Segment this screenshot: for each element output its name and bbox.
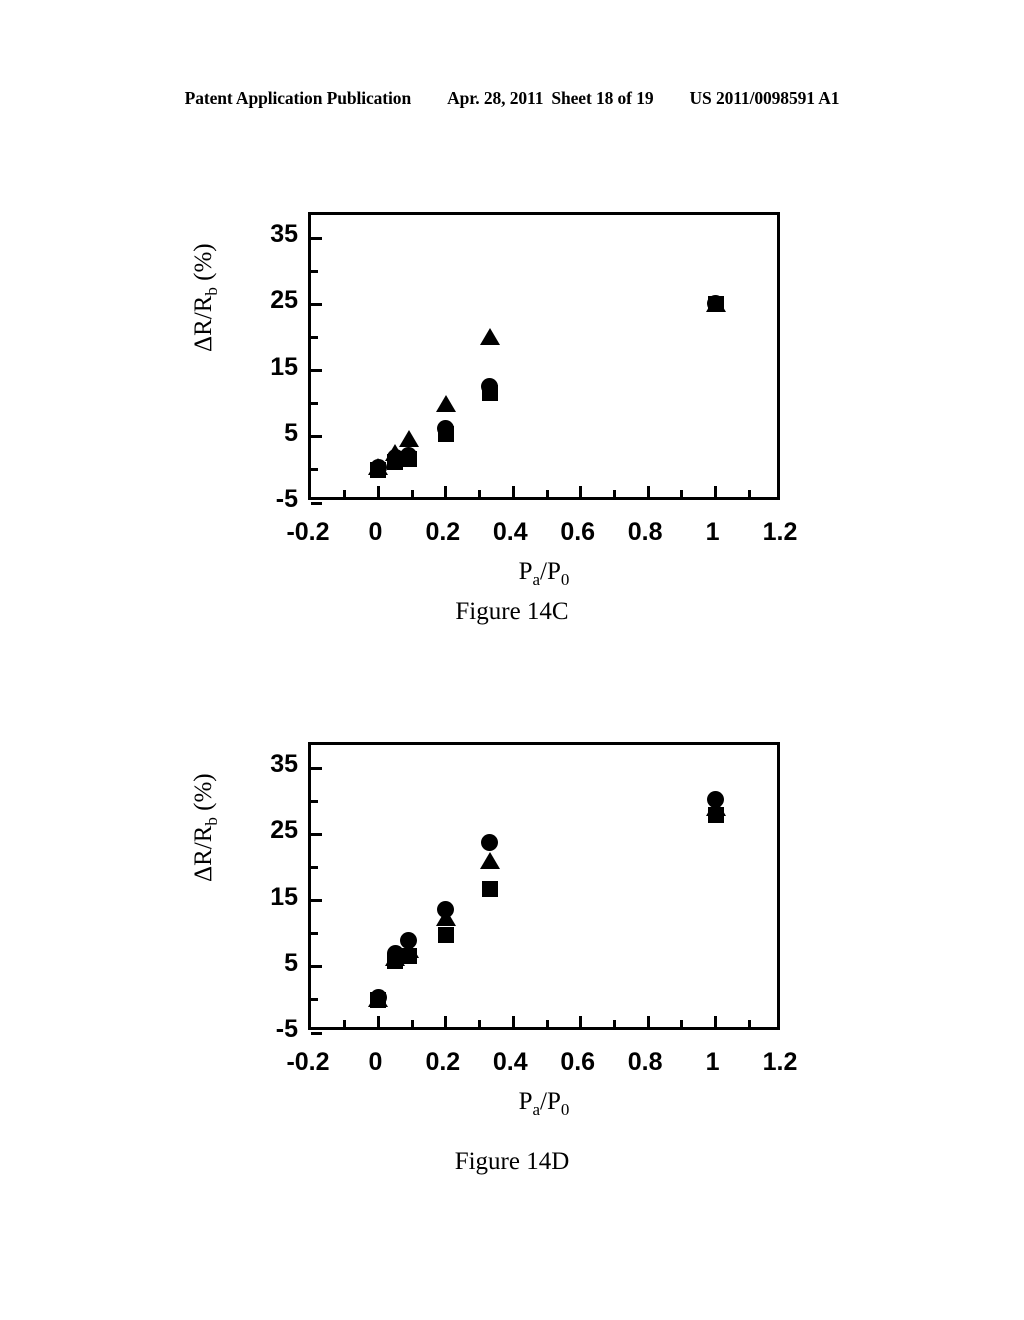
x-tick-minor-14c-4	[612, 490, 616, 497]
data-point-square-14d-4	[481, 880, 498, 897]
figure-14d: ΔR/Rb (%) -5 5 15 25 35 -0.2 0 0.2 0.4 0.6 0.8 1 1.2…	[0, 720, 1024, 1119]
x-tick-minor-14d-3	[545, 1020, 549, 1027]
y-tick-label-14d-1: 5	[284, 948, 298, 977]
x-tick-minor-14d-0	[343, 1020, 347, 1027]
data-point-triangle-14c-4	[479, 328, 500, 346]
data-point-triangle-14c-3	[435, 394, 456, 412]
x-tick-minor-14c-3	[545, 490, 549, 497]
data-point-triangle-14d-5	[705, 798, 726, 816]
data-point-triangle-14c-0	[368, 458, 389, 476]
y-tick-label-14d-2: 15	[270, 882, 298, 911]
header-document-number: US 2011/0098591 A1	[689, 88, 840, 108]
data-point-triangle-14d-4	[479, 851, 500, 869]
x-tick-minor-14c-0	[343, 490, 347, 497]
y-tick-major-14c-1	[311, 435, 322, 439]
y-tick-minor-14c-0	[311, 468, 318, 472]
x-tick-major-14d-4	[579, 1016, 583, 1027]
y-tick-minor-14d-2	[311, 865, 318, 869]
x-tick-minor-14d-1	[410, 1020, 414, 1027]
y-axis-title-text-14d: ΔR/Rb (%)	[190, 773, 221, 882]
x-tick-minor-14c-2	[478, 490, 482, 497]
y-tick-major-14c-3	[311, 302, 322, 306]
data-point-square-14d-3	[437, 927, 454, 943]
y-tick-label-14c-0: -5	[275, 485, 298, 513]
x-tick-major-14c-6	[714, 486, 718, 497]
y-tick-label-14c-1: 5	[284, 418, 298, 447]
x-tick-minor-14d-5	[680, 1020, 684, 1027]
y-tick-minor-14d-1	[311, 932, 318, 936]
y-tick-label-14c-3: 25	[270, 286, 298, 315]
x-tick-major-14c-1	[376, 486, 380, 497]
x-tick-minor-14c-6	[747, 490, 751, 497]
y-tick-major-14c-2	[311, 369, 322, 373]
y-tick-minor-14d-3	[311, 799, 318, 803]
data-point-triangle-14c-5	[705, 294, 726, 312]
y-axis-title-text-14c: ΔR/Rb (%)	[190, 243, 221, 352]
y-tick-minor-14c-3	[311, 269, 318, 273]
header-sheet-label: Sheet 18 of 19	[551, 88, 654, 108]
y-tick-major-14d-2	[311, 899, 322, 903]
x-tick-minor-14c-1	[410, 490, 414, 497]
y-tick-label-14c-4: 35	[270, 220, 298, 249]
data-point-triangle-14d-0	[368, 989, 389, 1007]
y-tick-minor-14c-1	[311, 402, 318, 406]
x-tick-major-14c-4	[579, 486, 583, 497]
y-tick-major-14d-1	[311, 965, 322, 969]
x-tick-minor-14d-4	[612, 1020, 616, 1027]
figure-caption-14c: Figure 14C	[455, 598, 569, 625]
plot-area-14d: ΔR/Rb (%) -5 5 15 25 35 -0.2 0 0.2 0.4 0.6 0.8 1 1.2…	[0, 720, 1024, 1119]
y-tick-minor-14c-2	[311, 335, 318, 339]
x-tick-major-14d-5	[646, 1016, 650, 1027]
y-tick-major-14d-0	[311, 1031, 322, 1035]
data-point-triangle-14d-2	[398, 940, 419, 958]
y-tick-label-14d-3: 25	[270, 816, 298, 845]
y-tick-major-14d-3	[311, 832, 322, 836]
data-point-circle-14c-4	[481, 377, 499, 395]
header-publication-label: Patent Application Publication	[184, 88, 412, 108]
x-tick-label-14d-7: 1.2	[762, 1048, 798, 1076]
y-tick-major-14c-4	[311, 236, 322, 240]
publication-header: Patent Application Publication Apr. 28, …	[0, 88, 1024, 109]
figure-caption-14d: Figure 14D	[454, 1148, 570, 1175]
x-tick-major-14d-1	[376, 1016, 380, 1027]
figure-14c: ΔR/Rb (%) -5 5 15 25 35 -0.2 0 0.2 0.4 0.6 0.8 1 1.2…	[0, 190, 1024, 589]
data-point-circle-14d-4	[481, 833, 499, 851]
y-tick-label-14c-2: 15	[270, 352, 298, 381]
x-tick-major-14c-3	[511, 486, 515, 497]
plot-frame-14c	[308, 212, 780, 505]
y-tick-label-14d-4: 35	[270, 750, 298, 779]
data-point-triangle-14d-3	[435, 908, 456, 926]
x-tick-minor-14d-6	[747, 1020, 751, 1027]
y-tick-major-14c-0	[311, 501, 322, 505]
x-tick-major-14d-2	[444, 1016, 448, 1027]
x-axis-title-14d: Pa/P0	[518, 1088, 570, 1119]
plot-frame-14d	[308, 742, 780, 1035]
y-tick-minor-14d-0	[311, 998, 318, 1002]
x-tick-label-14c-7: 1.2	[762, 518, 798, 546]
y-tick-label-14d-0: -5	[275, 1015, 298, 1043]
y-axis-title-14c: ΔR/Rb (%)	[190, 243, 222, 352]
x-tick-minor-14d-2	[478, 1020, 482, 1027]
header-date-label: Apr. 28, 2011	[447, 88, 544, 108]
x-tick-major-14c-5	[646, 486, 650, 497]
data-point-triangle-14c-2	[398, 430, 419, 448]
x-tick-major-14d-6	[714, 1016, 718, 1027]
plot-area-14c: ΔR/Rb (%) -5 5 15 25 35 -0.2 0 0.2 0.4 0.6 0.8 1 1.2…	[0, 190, 1024, 589]
y-tick-major-14d-4	[311, 766, 322, 770]
x-axis-title-14c: Pa/P0	[518, 558, 570, 589]
x-tick-major-14d-3	[511, 1016, 515, 1027]
y-axis-title-14d: ΔR/Rb (%)	[190, 773, 222, 882]
x-tick-minor-14c-5	[680, 490, 684, 497]
x-tick-major-14c-2	[444, 486, 448, 497]
data-point-circle-14c-3	[437, 419, 455, 437]
